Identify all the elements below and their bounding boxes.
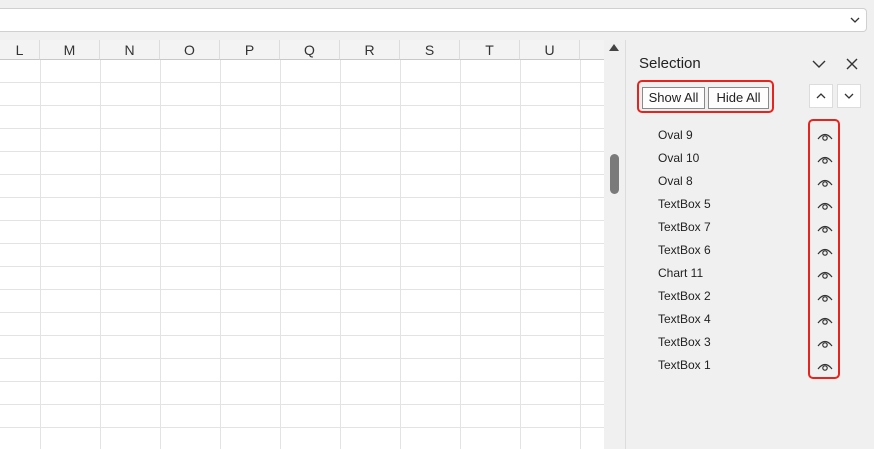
column-header-t[interactable]: T [460, 40, 520, 60]
vertical-scrollbar[interactable] [604, 40, 625, 449]
grid-row[interactable] [0, 336, 604, 359]
column-header-l[interactable]: L [0, 40, 40, 60]
grid-row[interactable] [0, 359, 604, 382]
pane-title: Selection [639, 55, 701, 72]
selection-item[interactable]: Oval 10 [658, 151, 699, 165]
grid-row[interactable] [0, 198, 604, 221]
selection-item[interactable]: TextBox 1 [658, 358, 711, 372]
grid-row[interactable] [0, 382, 604, 405]
eye-icon[interactable] [817, 176, 833, 188]
chevron-down-icon[interactable] [848, 13, 862, 27]
chevron-up-icon [816, 93, 826, 99]
selection-item[interactable]: TextBox 7 [658, 220, 711, 234]
selection-item[interactable]: Oval 8 [658, 174, 693, 188]
selection-item[interactable]: Oval 9 [658, 128, 693, 142]
scroll-up-arrow-icon[interactable] [609, 44, 619, 51]
column-header-o[interactable]: O [160, 40, 220, 60]
grid-row[interactable] [0, 152, 604, 175]
eye-icon[interactable] [817, 222, 833, 234]
chevron-down-icon [844, 93, 854, 99]
grid-row[interactable] [0, 244, 604, 267]
hide-all-button[interactable]: Hide All [708, 87, 769, 109]
grid-row[interactable] [0, 267, 604, 290]
column-header-m[interactable]: M [40, 40, 100, 60]
column-header-r[interactable]: R [340, 40, 400, 60]
grid-row[interactable] [0, 313, 604, 336]
eye-icon[interactable] [817, 199, 833, 211]
formula-bar[interactable] [0, 8, 867, 32]
column-header-s[interactable]: S [400, 40, 460, 60]
grid-row[interactable] [0, 106, 604, 129]
chevron-down-icon[interactable] [811, 56, 827, 72]
column-header-q[interactable]: Q [280, 40, 340, 60]
selection-pane: Selection Show All Hide All Oval 9 Oval … [625, 40, 874, 449]
selection-item[interactable]: TextBox 5 [658, 197, 711, 211]
selection-item[interactable]: TextBox 2 [658, 289, 711, 303]
grid-row[interactable] [0, 405, 604, 428]
eye-icon[interactable] [817, 268, 833, 280]
column-header-u[interactable]: U [520, 40, 580, 60]
eye-icon[interactable] [817, 360, 833, 372]
grid-row[interactable] [0, 129, 604, 152]
grid-row[interactable] [0, 428, 604, 449]
eye-icon[interactable] [817, 337, 833, 349]
send-backward-button[interactable] [837, 84, 861, 108]
eye-icon[interactable] [817, 314, 833, 326]
scrollbar-thumb[interactable] [610, 154, 619, 194]
column-header-p[interactable]: P [220, 40, 280, 60]
eye-icon[interactable] [817, 245, 833, 257]
column-header-partial[interactable] [580, 40, 604, 60]
selection-item[interactable]: TextBox 6 [658, 243, 711, 257]
grid-row[interactable] [0, 175, 604, 198]
selection-item[interactable]: TextBox 3 [658, 335, 711, 349]
grid-row[interactable] [0, 221, 604, 244]
show-all-button[interactable]: Show All [642, 87, 705, 109]
spreadsheet-grid[interactable]: L M N O P Q R S T U [0, 40, 604, 449]
show-hide-buttons-highlight: Show All Hide All [637, 80, 774, 113]
close-icon[interactable] [844, 56, 860, 72]
bring-forward-button[interactable] [809, 84, 833, 108]
grid-row[interactable] [0, 60, 604, 83]
grid-row[interactable] [0, 290, 604, 313]
grid-row[interactable] [0, 83, 604, 106]
column-header-n[interactable]: N [100, 40, 160, 60]
ribbon-edge [0, 0, 874, 8]
selection-item[interactable]: TextBox 4 [658, 312, 711, 326]
eye-icon[interactable] [817, 130, 833, 142]
selection-item[interactable]: Chart 11 [658, 266, 703, 280]
eye-icon[interactable] [817, 153, 833, 165]
visibility-toggles-highlight [808, 119, 840, 379]
eye-icon[interactable] [817, 291, 833, 303]
